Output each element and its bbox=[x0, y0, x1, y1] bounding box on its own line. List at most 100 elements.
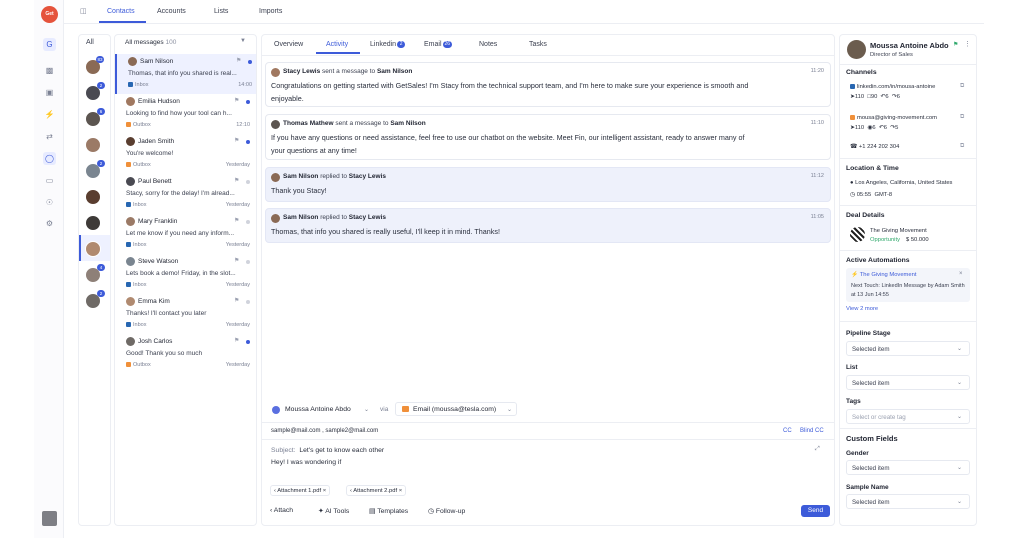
list-value: Selected item bbox=[852, 380, 890, 387]
message-body-input[interactable]: Hey! I was wondering if bbox=[271, 459, 341, 466]
templates-button[interactable]: ▤ Templates bbox=[369, 507, 408, 515]
follow-up-button[interactable]: ◷ Follow-up bbox=[428, 507, 465, 515]
to-field[interactable]: sample@mail.com , sample2@mail.com bbox=[271, 428, 378, 434]
contact-name: Moussa Antoine Abdo bbox=[870, 41, 949, 50]
tab-email[interactable]: Email 26 bbox=[424, 41, 453, 48]
chat-icon[interactable]: ◯ bbox=[43, 152, 56, 165]
gear-icon[interactable]: ⚙ bbox=[43, 217, 56, 230]
attachment-chip[interactable]: ‹ Attachment 1.pdf × bbox=[270, 485, 331, 496]
chevron-down-icon[interactable]: ⌄ bbox=[957, 498, 962, 505]
ai-tools-button[interactable]: ✦ AI Tools bbox=[318, 507, 349, 515]
close-icon[interactable]: × bbox=[399, 488, 402, 494]
flag-icon[interactable]: ⚑ bbox=[234, 297, 239, 304]
tab-imports[interactable]: Imports bbox=[259, 8, 282, 15]
clipboard-icon[interactable]: ▭ bbox=[43, 174, 56, 187]
lightning-icon[interactable]: ⚡ bbox=[43, 108, 56, 121]
location-text: Los Angeles, California, United States bbox=[855, 180, 953, 186]
chevron-down-icon[interactable]: ⌄ bbox=[957, 413, 962, 420]
tab-tasks[interactable]: Tasks bbox=[529, 41, 547, 48]
email-icon bbox=[126, 362, 131, 367]
list-item[interactable]: Josh Carlos ⚑ Good! Thank you so much Ou… bbox=[115, 334, 256, 374]
shuffle-icon[interactable]: ⇄ bbox=[43, 130, 56, 143]
flag-icon[interactable]: ⚑ bbox=[236, 57, 241, 64]
deal-title: Deal Details bbox=[846, 212, 885, 219]
unread-dot bbox=[248, 60, 252, 64]
message-list-header[interactable]: All messages 100 bbox=[125, 39, 176, 46]
email-channel[interactable]: mousa@giving-movement.com bbox=[850, 115, 937, 121]
filter-avatar[interactable] bbox=[85, 137, 101, 153]
tab-overview[interactable]: Overview bbox=[274, 41, 303, 48]
bar-chart-icon[interactable]: ▩ bbox=[43, 64, 56, 77]
send-button[interactable]: Send bbox=[801, 505, 830, 517]
grid-icon[interactable]: G bbox=[43, 38, 56, 51]
app-logo[interactable]: Get bbox=[41, 6, 58, 23]
list-item[interactable]: Emilia Hudson ⚑ Looking to find how your… bbox=[115, 94, 256, 134]
flag-icon[interactable]: ⚑ bbox=[953, 41, 958, 48]
users-icon[interactable]: ☉ bbox=[43, 196, 56, 209]
flag-icon[interactable]: ⚑ bbox=[234, 217, 239, 224]
chevron-down-icon[interactable]: ⌄ bbox=[957, 345, 962, 352]
filter-avatar[interactable] bbox=[85, 215, 101, 231]
list-item[interactable]: Steve Watson ⚑ Lets book a demo! Friday,… bbox=[115, 254, 256, 294]
chevron-down-icon[interactable]: ⌄ bbox=[364, 406, 369, 413]
phone-icon: ☎ bbox=[850, 144, 858, 150]
tab-linkedin[interactable]: Linkedin 2 bbox=[370, 41, 406, 48]
sender-name: Sam Nilson bbox=[283, 214, 319, 221]
view-more-link[interactable]: View 2 more bbox=[846, 306, 878, 312]
list-item[interactable]: Sam Nilson ⚑ Thomas, that info you share… bbox=[115, 54, 256, 94]
email-icon bbox=[126, 162, 131, 167]
copy-icon[interactable]: ⧉ bbox=[960, 114, 964, 121]
user-avatar[interactable] bbox=[42, 511, 57, 526]
linkedin-channel[interactable]: linkedin.com/in/mousa-antoine bbox=[850, 84, 935, 90]
tab-activity[interactable]: Activity bbox=[326, 41, 348, 48]
tab-accounts[interactable]: Accounts bbox=[157, 8, 186, 15]
subject-field[interactable]: Subject: Let's get to know each other bbox=[271, 447, 384, 454]
flag-icon[interactable]: ⚑ bbox=[234, 337, 239, 344]
expand-icon[interactable]: ⤢ bbox=[815, 446, 820, 453]
sidebar-toggle-icon[interactable]: ◫ bbox=[80, 7, 87, 15]
chevron-down-icon[interactable]: ⌄ bbox=[957, 379, 962, 386]
filter-all[interactable]: All bbox=[86, 39, 94, 46]
attachment-name: Attachment 1.pdf bbox=[277, 488, 322, 494]
time-value: 05:55 bbox=[856, 192, 872, 198]
message-card: Stacy Lewis sent a message to Sam Nilson… bbox=[265, 62, 831, 107]
more-icon[interactable]: ⋮ bbox=[964, 40, 971, 48]
list-item[interactable]: Mary Franklin ⚑ Let me know if you need … bbox=[115, 214, 256, 254]
list-item[interactable]: Jaden Smith ⚑ You're welcome! Outbox Yes… bbox=[115, 134, 256, 174]
tab-badge: 26 bbox=[442, 41, 453, 48]
filter-avatar[interactable] bbox=[85, 241, 101, 257]
clock-icon: ◷ bbox=[850, 192, 856, 198]
chevron-down-icon[interactable]: ⌄ bbox=[957, 464, 962, 471]
copy-icon[interactable]: ⧉ bbox=[960, 83, 964, 90]
phone-channel[interactable]: ☎ +1 224 202 304 bbox=[850, 144, 899, 150]
chevron-down-icon[interactable]: ▼ bbox=[240, 38, 246, 44]
bcc-button[interactable]: Blind CC bbox=[800, 428, 824, 434]
message-time: Yesterday bbox=[225, 282, 250, 288]
contact-name: Paul Benett bbox=[138, 178, 172, 185]
attach-button[interactable]: ‹ Attach bbox=[270, 507, 293, 514]
deal-name[interactable]: The Giving Movement bbox=[870, 228, 927, 234]
tab-notes[interactable]: Notes bbox=[479, 41, 497, 48]
briefcase-icon[interactable]: ▣ bbox=[43, 86, 56, 99]
close-icon[interactable]: × bbox=[323, 488, 326, 494]
tab-lists[interactable]: Lists bbox=[214, 8, 228, 15]
copy-icon[interactable]: ⧉ bbox=[960, 143, 964, 150]
close-icon[interactable]: × bbox=[959, 271, 963, 277]
source-label: Outbox bbox=[133, 162, 151, 168]
cc-button[interactable]: CC bbox=[783, 428, 792, 434]
contact-name: Emma Kim bbox=[138, 298, 170, 305]
attachment-chip[interactable]: ‹ Attachment 2.pdf × bbox=[346, 485, 407, 496]
flag-icon[interactable]: ⚑ bbox=[234, 177, 239, 184]
list-item[interactable]: Paul Benett ⚑ Stacy, sorry for the delay… bbox=[115, 174, 256, 214]
flag-icon[interactable]: ⚑ bbox=[234, 257, 239, 264]
list-item[interactable]: Emma Kim ⚑ Thanks! I'll contact you late… bbox=[115, 294, 256, 334]
tab-contacts[interactable]: Contacts bbox=[107, 8, 135, 15]
flag-icon[interactable]: ⚑ bbox=[234, 97, 239, 104]
sender-name: Thomas Mathew bbox=[283, 120, 334, 127]
chevron-down-icon[interactable]: ⌄ bbox=[507, 406, 512, 413]
flag-icon[interactable]: ⚑ bbox=[234, 137, 239, 144]
divider bbox=[262, 422, 834, 423]
message-source: Outbox bbox=[126, 362, 151, 368]
filter-avatar[interactable] bbox=[85, 189, 101, 205]
automation-name[interactable]: ⚡ The Giving Movement bbox=[851, 272, 916, 278]
